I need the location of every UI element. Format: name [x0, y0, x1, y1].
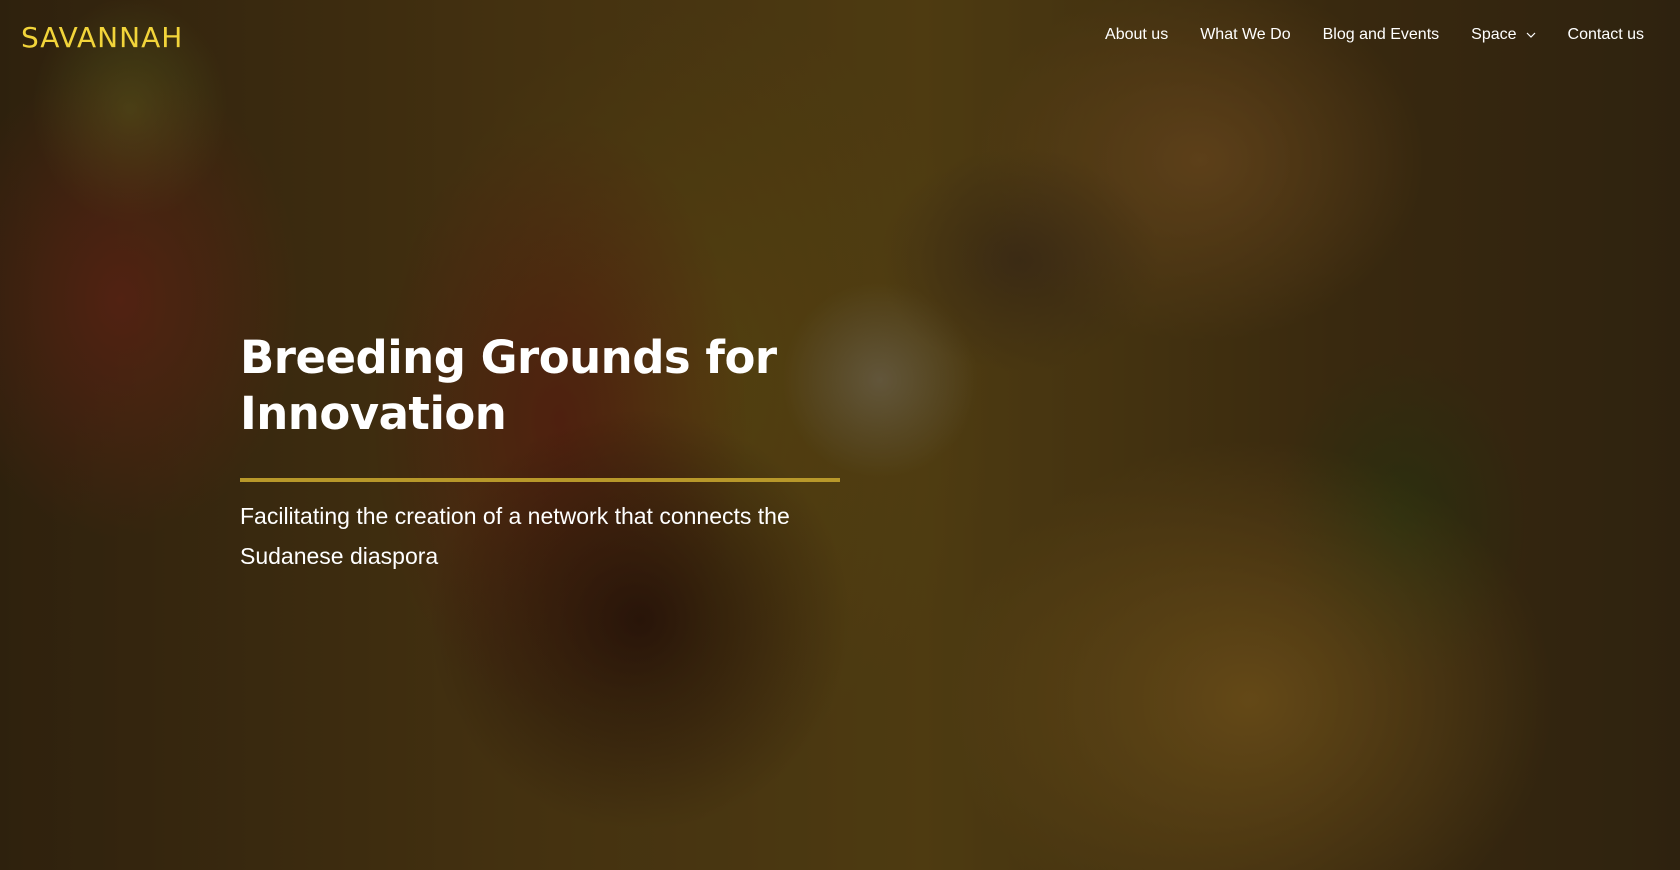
hero-title: Breeding Grounds for Innovation	[240, 331, 777, 440]
nav-item-what-we-do[interactable]: What We Do	[1200, 24, 1290, 46]
nav-item-blog-and-events[interactable]: Blog and Events	[1323, 24, 1440, 46]
hero-divider	[240, 478, 840, 482]
nav-item-label: Blog and Events	[1322, 26, 1440, 43]
nav-item-label: What We Do	[1200, 26, 1291, 43]
chevron-down-icon	[1526, 32, 1535, 38]
nav-item-label: Contact us	[1567, 26, 1644, 43]
hero-section: SAVANNAH About us What We Do Blog and Ev…	[0, 0, 1680, 870]
nav-item-space-dropdown[interactable]: Space	[1471, 24, 1535, 46]
nav-item-about-us[interactable]: About us	[1105, 24, 1168, 46]
nav-item-contact-us[interactable]: Contact us	[1568, 24, 1644, 46]
nav-item-label: About us	[1105, 26, 1169, 43]
main-nav: About us What We Do Blog and Events Spac…	[1073, 24, 1644, 46]
hero-subtitle: Facilitating the creation of a network t…	[240, 503, 790, 569]
nav-item-label: Space	[1471, 26, 1517, 43]
site-logo[interactable]: SAVANNAH	[21, 22, 183, 54]
hero-content: Breeding Grounds for Innovation Facilita…	[240, 330, 850, 576]
site-header: SAVANNAH About us What We Do Blog and Ev…	[0, 0, 1680, 70]
